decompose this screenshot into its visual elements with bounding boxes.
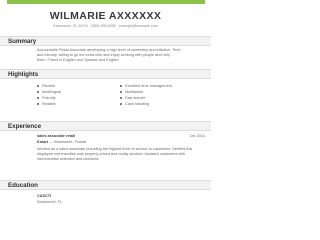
candidate-name: WILMARIE AXXXXXX	[49, 10, 162, 22]
bullet-icon	[120, 91, 122, 93]
highlight-item: Excellent time management	[120, 84, 172, 89]
employer-name: Kmart	[37, 140, 48, 144]
experience-title: Experience	[8, 122, 42, 130]
summary-section-header: Summary	[0, 36, 211, 46]
highlight-item: Multilingual	[37, 90, 61, 95]
contact-info: Kissimmee, FL 34741 · (555) 555-5555 · e…	[53, 24, 158, 28]
bullet-icon	[120, 85, 122, 87]
job-description-line: merchandise selection and checkout.	[37, 157, 100, 161]
highlight-item: Reliable	[37, 102, 56, 107]
highlights-title: Highlights	[8, 70, 39, 78]
school-location: Kissimmee, FL	[37, 200, 63, 204]
top-accent-bar	[7, 0, 205, 4]
bullet-icon	[37, 103, 39, 105]
highlights-section-header: Highlights	[0, 69, 211, 79]
education-section-header: Education	[0, 180, 211, 190]
employer-line: Kmart — Kissimmee, Florida	[37, 140, 87, 144]
summary-line: them. Fluent in English and Spanish and …	[37, 58, 119, 62]
bullet-icon	[120, 103, 122, 105]
employer-location: Kissimmee, Florida	[53, 140, 87, 144]
summary-title: Summary	[8, 37, 37, 45]
job-title: sales associate retail	[37, 134, 75, 138]
bullet-icon	[37, 91, 39, 93]
bullet-icon	[37, 97, 39, 99]
highlight-item: Fast learner	[120, 96, 145, 101]
bullet-icon	[37, 85, 39, 87]
highlight-item: Cash handling	[120, 102, 149, 107]
highlight-item: Multitasker	[120, 90, 143, 95]
bullet-icon	[120, 97, 122, 99]
job-date: Oct 2014	[189, 134, 205, 138]
highlight-item: Friendly	[37, 96, 56, 101]
highlight-item: Flexible	[37, 84, 55, 89]
education-title: Education	[8, 181, 38, 189]
experience-section-header: Experience	[0, 121, 211, 131]
school-name: CASCTI	[37, 194, 52, 198]
